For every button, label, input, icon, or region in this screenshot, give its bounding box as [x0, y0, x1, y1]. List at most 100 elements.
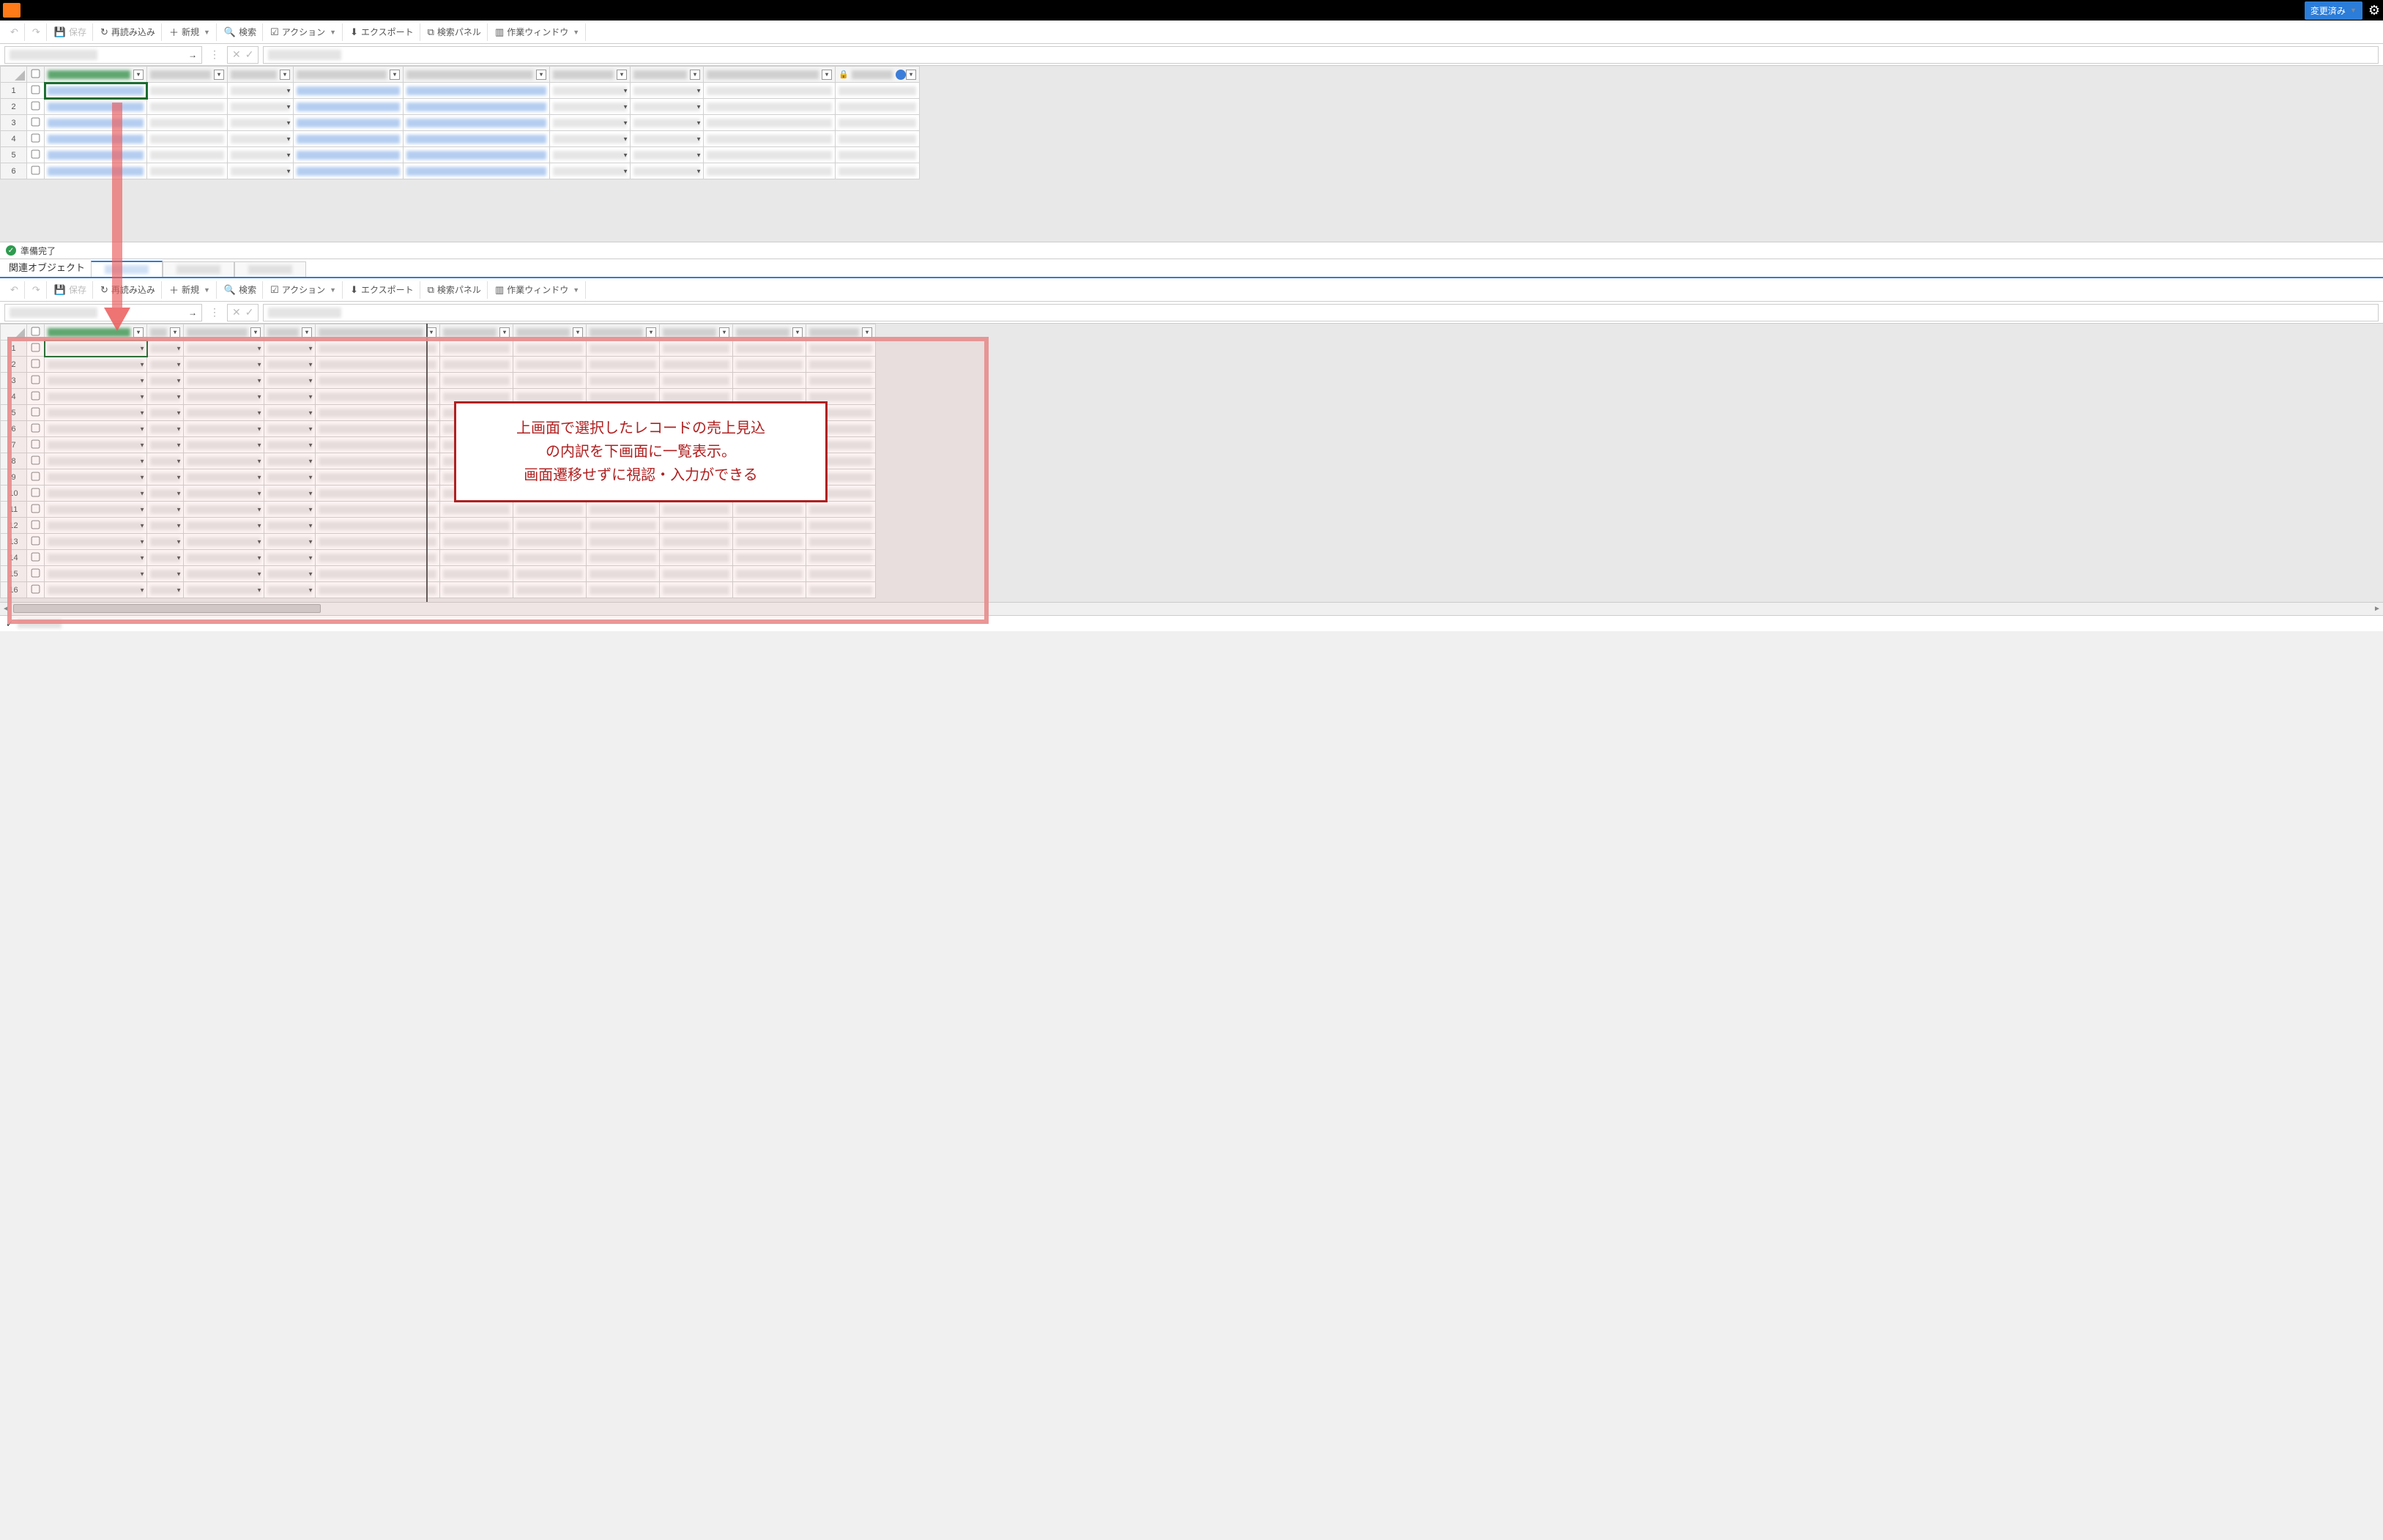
- column-filter-button[interactable]: ▾: [426, 327, 436, 338]
- dropdown-arrow-icon[interactable]: ▼: [286, 152, 291, 158]
- grid-cell[interactable]: [806, 518, 876, 534]
- dropdown-arrow-icon[interactable]: ▼: [256, 377, 262, 384]
- grid-cell[interactable]: ▼: [147, 373, 184, 389]
- dropdown-arrow-icon[interactable]: ▼: [308, 425, 313, 432]
- column-filter-button[interactable]: ▾: [906, 70, 916, 80]
- row-checkbox[interactable]: [31, 536, 40, 545]
- grid-cell[interactable]: [440, 582, 513, 598]
- grid-cell[interactable]: [513, 437, 587, 453]
- dropdown-arrow-icon[interactable]: ▼: [286, 119, 291, 126]
- formula-input[interactable]: [263, 46, 2379, 64]
- grid-cell[interactable]: ▼: [550, 131, 631, 147]
- dropdown-arrow-icon[interactable]: ▼: [176, 554, 182, 561]
- dropdown-arrow-icon[interactable]: ▼: [308, 409, 313, 416]
- horizontal-scrollbar[interactable]: ◄ ►: [0, 602, 2383, 615]
- dropdown-arrow-icon[interactable]: ▼: [286, 87, 291, 94]
- column-header[interactable]: ▾: [404, 67, 550, 83]
- row-header[interactable]: 3: [1, 373, 27, 389]
- action-button[interactable]: ☑アクション▼: [264, 23, 343, 41]
- grid-cell[interactable]: [513, 550, 587, 566]
- column-filter-button[interactable]: ▾: [573, 327, 583, 338]
- grid-cell[interactable]: ▼: [184, 502, 264, 518]
- grid-cell[interactable]: ▼: [45, 582, 147, 598]
- grid-cell[interactable]: [513, 453, 587, 469]
- row-header[interactable]: 12: [1, 518, 27, 534]
- dropdown-arrow-icon[interactable]: ▼: [139, 506, 145, 513]
- grid-cell[interactable]: [836, 83, 920, 99]
- grid-cell[interactable]: [660, 518, 733, 534]
- confirm-check-icon[interactable]: ✓: [245, 48, 254, 61]
- grid-cell[interactable]: [316, 566, 440, 582]
- grid-cell[interactable]: [733, 405, 806, 421]
- column-filter-button[interactable]: ▾: [302, 327, 312, 338]
- grid-cell[interactable]: ▼: [264, 566, 316, 582]
- grid-cell[interactable]: ▼: [631, 163, 704, 179]
- grid-cell[interactable]: ▼: [550, 115, 631, 131]
- grid-cell[interactable]: [316, 518, 440, 534]
- dropdown-arrow-icon[interactable]: ▼: [256, 442, 262, 448]
- grid-cell[interactable]: [806, 582, 876, 598]
- grid-cell[interactable]: [440, 453, 513, 469]
- grid-cell[interactable]: [45, 147, 147, 163]
- row-checkbox[interactable]: [31, 520, 40, 529]
- grid-cell[interactable]: ▼: [228, 115, 294, 131]
- grid-cell[interactable]: [733, 421, 806, 437]
- dropdown-arrow-icon[interactable]: ▼: [176, 474, 182, 480]
- menu-dots[interactable]: ⋮: [207, 306, 223, 319]
- grid-cell[interactable]: ▼: [147, 550, 184, 566]
- grid-cell[interactable]: ▼: [264, 502, 316, 518]
- grid-cell[interactable]: [733, 453, 806, 469]
- grid-cell[interactable]: [316, 341, 440, 357]
- dropdown-arrow-icon[interactable]: ▼: [256, 490, 262, 496]
- column-header[interactable]: ▾: [316, 324, 440, 341]
- grid-cell[interactable]: ▼: [184, 437, 264, 453]
- grid-cell[interactable]: ▼: [184, 534, 264, 550]
- select-all-checkbox[interactable]: [31, 69, 40, 78]
- grid-cell[interactable]: [587, 357, 660, 373]
- grid-cell[interactable]: [660, 421, 733, 437]
- grid-cell[interactable]: ▼: [45, 421, 147, 437]
- grid-cell[interactable]: [733, 534, 806, 550]
- grid-cell[interactable]: [660, 566, 733, 582]
- dropdown-arrow-icon[interactable]: ▼: [308, 474, 313, 480]
- column-header[interactable]: ▾: [45, 67, 147, 83]
- grid-cell[interactable]: [440, 341, 513, 357]
- grid-cell[interactable]: [660, 405, 733, 421]
- grid-cell[interactable]: [316, 502, 440, 518]
- grid-cell[interactable]: [294, 99, 404, 115]
- dropdown-arrow-icon[interactable]: ▼: [308, 522, 313, 529]
- dropdown-arrow-icon[interactable]: ▼: [622, 135, 628, 142]
- grid-cell[interactable]: [587, 566, 660, 582]
- grid-cell[interactable]: [45, 99, 147, 115]
- grid-cell[interactable]: [513, 389, 587, 405]
- grid-cell[interactable]: [404, 147, 550, 163]
- dropdown-arrow-icon[interactable]: ▼: [256, 458, 262, 464]
- grid-cell[interactable]: [513, 357, 587, 373]
- grid-cell[interactable]: [660, 486, 733, 502]
- grid-cell[interactable]: ▼: [147, 453, 184, 469]
- grid-cell[interactable]: [440, 518, 513, 534]
- dropdown-arrow-icon[interactable]: ▼: [696, 152, 702, 158]
- grid-cell[interactable]: [733, 341, 806, 357]
- save-button[interactable]: 💾保存: [48, 23, 93, 41]
- dropdown-arrow-icon[interactable]: ▼: [696, 103, 702, 110]
- dropdown-arrow-icon[interactable]: ▼: [308, 554, 313, 561]
- grid-cell[interactable]: ▼: [264, 534, 316, 550]
- grid-cell[interactable]: ▼: [631, 147, 704, 163]
- grid-cell[interactable]: ▼: [264, 357, 316, 373]
- row-header[interactable]: 4: [1, 131, 27, 147]
- grid-cell[interactable]: [733, 486, 806, 502]
- row-checkbox[interactable]: [31, 343, 40, 351]
- grid-cell[interactable]: [45, 115, 147, 131]
- grid-cell[interactable]: [316, 421, 440, 437]
- grid-cell[interactable]: [733, 550, 806, 566]
- grid-cell[interactable]: [587, 437, 660, 453]
- grid-cell[interactable]: [440, 373, 513, 389]
- grid-cell[interactable]: [806, 502, 876, 518]
- column-header[interactable]: ▾: [45, 324, 147, 341]
- grid-cell[interactable]: ▼: [45, 373, 147, 389]
- dropdown-arrow-icon[interactable]: ▼: [308, 442, 313, 448]
- grid-cell[interactable]: [733, 582, 806, 598]
- grid-cell[interactable]: ▼: [228, 131, 294, 147]
- column-filter-button[interactable]: ▾: [133, 70, 144, 80]
